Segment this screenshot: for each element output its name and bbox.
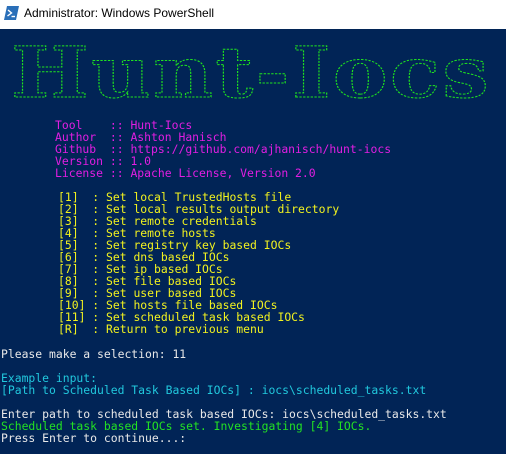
info-line: License :: Apache License, Version 2.0 (55, 167, 316, 179)
window-titlebar[interactable]: Administrator: Windows PowerShell (0, 0, 506, 28)
powershell-icon (4, 6, 19, 20)
selection-label: Please make a selection: (1, 347, 173, 361)
menu-item-text: : Return to previous menu (92, 322, 264, 336)
ascii-banner: Hunt-Iocs (11, 31, 491, 109)
menu-item-num: [R] (58, 322, 93, 336)
menu-item: [R] : Return to previous menu (58, 323, 264, 335)
selection-value: 11 (172, 347, 187, 361)
info-sep: :: (109, 166, 131, 180)
info-value: Apache License, Version 2.0 (130, 166, 316, 180)
console-output[interactable]: Hunt-Iocs Tool :: Hunt-Iocs Author :: Ash… (0, 29, 506, 454)
info-value: https://github.com/ajhanisch/hunt-iocs (130, 142, 392, 156)
banner-text: Hunt-Iocs (11, 31, 491, 109)
info-key: License (55, 166, 110, 180)
example-text: [Path to Scheduled Task Based IOCs] : io… (1, 383, 427, 397)
continue-prompt: Press Enter to continue...: (1, 431, 187, 445)
window-title: Administrator: Windows PowerShell (24, 6, 215, 20)
selection-prompt: Please make a selection: 11 (1, 348, 186, 360)
